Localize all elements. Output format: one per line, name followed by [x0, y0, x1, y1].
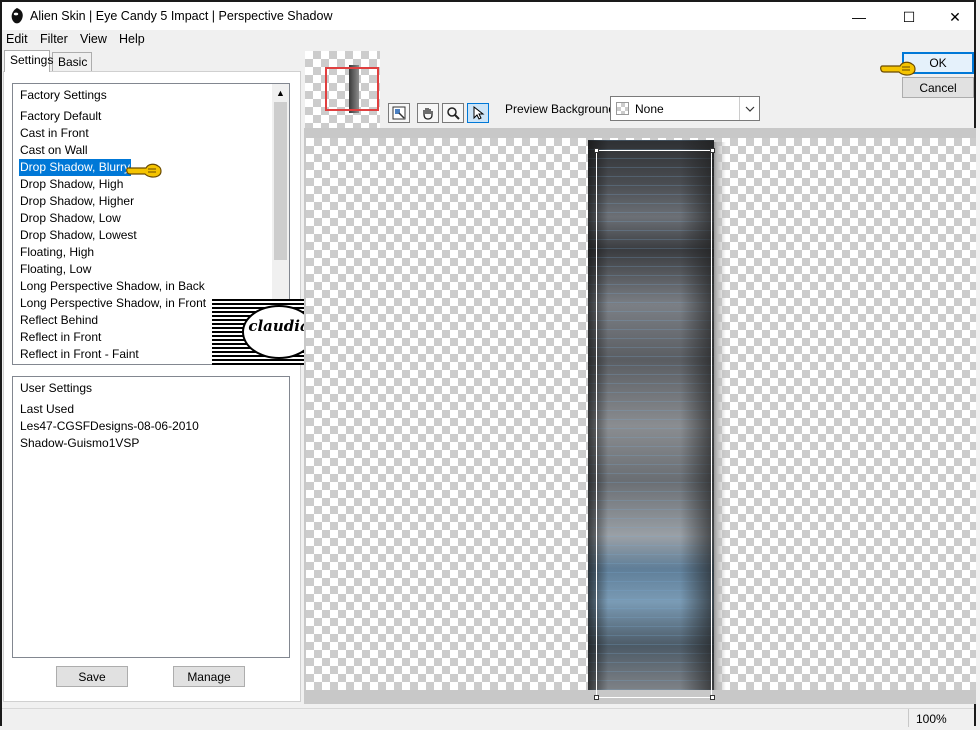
- transform-bounding-box[interactable]: [596, 150, 712, 698]
- list-item[interactable]: Drop Shadow, Low: [19, 210, 122, 227]
- list-item[interactable]: Floating, High: [19, 244, 95, 261]
- list-item[interactable]: Shadow-Guismo1VSP: [19, 435, 140, 452]
- preview-toggle-button[interactable]: [388, 103, 410, 123]
- manage-button[interactable]: Manage: [173, 666, 245, 687]
- tab-settings[interactable]: Settings: [4, 50, 53, 72]
- thumbnail-view-rect[interactable]: [325, 67, 379, 111]
- list-item[interactable]: Drop Shadow, Higher: [19, 193, 135, 210]
- preview-background-value: None: [635, 102, 664, 116]
- close-button[interactable]: ✕: [932, 4, 978, 30]
- resize-handle[interactable]: [710, 695, 715, 700]
- preview-toggle-icon: [392, 106, 406, 120]
- preview-background-label: Preview Background:: [505, 102, 619, 116]
- menu-help[interactable]: Help: [119, 32, 145, 46]
- hand-icon: [423, 108, 433, 120]
- magnifier-icon: [447, 107, 460, 120]
- factory-settings-header: Factory Settings: [20, 88, 107, 102]
- pointing-hand-icon: [880, 61, 916, 76]
- title-bar: Alien Skin | Eye Candy 5 Impact | Perspe…: [2, 2, 974, 30]
- list-item[interactable]: Long Perspective Shadow, in Back: [19, 278, 206, 295]
- status-bar: 100%: [2, 708, 974, 727]
- alien-skin-icon: [11, 8, 23, 24]
- tab-basic[interactable]: Basic: [52, 52, 92, 72]
- preview-canvas[interactable]: [306, 138, 976, 700]
- maximize-button[interactable]: ☐: [886, 4, 932, 30]
- list-item[interactable]: Les47-CGSFDesigns-08-06-2010: [19, 418, 200, 435]
- list-item[interactable]: Cast in Front: [19, 125, 90, 142]
- save-button[interactable]: Save: [56, 666, 128, 687]
- user-settings-header: User Settings: [20, 381, 93, 395]
- scroll-up-arrow-icon[interactable]: ▲: [276, 88, 285, 98]
- list-item[interactable]: Reflect in Front - Faint: [19, 346, 140, 363]
- minimize-button[interactable]: —: [836, 4, 882, 30]
- list-item[interactable]: Factory Default: [19, 108, 102, 125]
- list-item[interactable]: Reflect in Front: [19, 329, 102, 346]
- arrow-pointer-icon: [473, 106, 485, 120]
- list-item[interactable]: Last Used: [19, 401, 75, 418]
- window-title: Alien Skin | Eye Candy 5 Impact | Perspe…: [30, 9, 333, 23]
- navigator-thumbnail[interactable]: [305, 51, 380, 128]
- resize-handle[interactable]: [594, 148, 599, 153]
- menu-bar: Edit Filter View Help: [2, 30, 974, 50]
- list-item-selected[interactable]: Drop Shadow, Blurry: [19, 159, 132, 176]
- list-item[interactable]: Long Perspective Shadow, in Front: [19, 295, 207, 312]
- chevron-down-icon[interactable]: [739, 97, 760, 120]
- cancel-button[interactable]: Cancel: [902, 77, 974, 98]
- hand-tool-button[interactable]: [417, 103, 439, 123]
- user-settings-list[interactable]: User Settings Last Used Les47-CGSFDesign…: [12, 376, 290, 658]
- list-item[interactable]: Drop Shadow, High: [19, 176, 124, 193]
- resize-handle[interactable]: [710, 148, 715, 153]
- list-item[interactable]: Cast on Wall: [19, 142, 89, 159]
- list-item[interactable]: Reflect Behind: [19, 312, 99, 329]
- zoom-level: 100%: [916, 712, 947, 726]
- swatch-icon: [616, 102, 629, 115]
- menu-view[interactable]: View: [80, 32, 107, 46]
- menu-filter[interactable]: Filter: [40, 32, 68, 46]
- list-item[interactable]: Drop Shadow, Lowest: [19, 227, 138, 244]
- list-item[interactable]: Floating, Low: [19, 261, 92, 278]
- zoom-tool-button[interactable]: [442, 103, 464, 123]
- pointing-hand-icon: [126, 163, 162, 178]
- preview-area[interactable]: [304, 128, 976, 704]
- menu-edit[interactable]: Edit: [6, 32, 28, 46]
- preview-background-select[interactable]: None: [610, 96, 760, 121]
- pointer-tool-button[interactable]: [467, 103, 489, 123]
- scroll-thumb[interactable]: [274, 102, 287, 260]
- resize-handle[interactable]: [594, 695, 599, 700]
